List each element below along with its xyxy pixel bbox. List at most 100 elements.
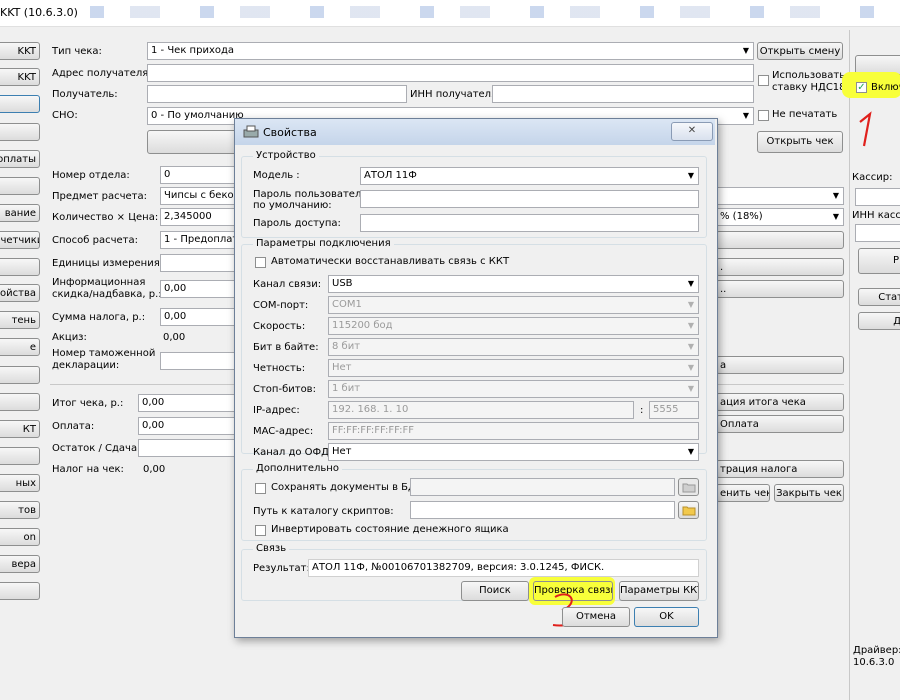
db-folder-button[interactable]	[678, 478, 699, 496]
left-nav-button[interactable]: е	[0, 338, 40, 356]
speed-select[interactable]: 115200 бод ▼	[328, 317, 699, 335]
hidden-button[interactable]	[147, 130, 237, 154]
right-button-4[interactable]: а	[716, 356, 844, 374]
ok-button[interactable]: OK	[634, 607, 699, 627]
info-discount-value: 0,00	[164, 283, 187, 294]
subject-input[interactable]: Чипсы с бекон	[160, 187, 240, 205]
invert-drawer-checkbox[interactable]	[255, 525, 266, 536]
customs-input[interactable]	[160, 352, 240, 370]
recipient-input[interactable]	[147, 85, 407, 103]
left-nav-button[interactable]: счетчики	[0, 231, 40, 249]
tax-sum-value: 0,00	[164, 311, 187, 322]
no-print-checkbox[interactable]	[758, 110, 769, 121]
payment-button[interactable]: Оплата	[716, 415, 844, 433]
db-path-input[interactable]	[410, 478, 675, 496]
result-field: АТОЛ 11Ф, №00106701382709, версия: 3.0.1…	[308, 559, 699, 577]
left-nav-button[interactable]: ных	[0, 474, 40, 492]
left-nav-button[interactable]: вание	[0, 204, 40, 222]
total-input: 0,00	[138, 394, 238, 412]
parity-select[interactable]: Нет ▼	[328, 359, 699, 377]
kkt-params-button[interactable]: Параметры ККТ	[619, 581, 699, 601]
payment-input[interactable]: 0,00	[138, 417, 238, 435]
channel-select[interactable]: USB ▼	[328, 275, 699, 293]
extra-group-label: Дополнительно	[253, 463, 342, 474]
right-button-2[interactable]: .	[716, 258, 844, 276]
chevron-down-icon: ▼	[687, 363, 694, 372]
left-nav-button[interactable]: вера	[0, 555, 40, 573]
dept-input[interactable]: 0	[160, 166, 240, 184]
speed-value: 115200 бод	[332, 320, 393, 331]
right-select-1[interactable]: ▼	[716, 187, 844, 205]
folder-icon	[682, 483, 695, 493]
scripts-path-input[interactable]	[410, 501, 675, 519]
left-nav-button[interactable]: оплаты	[0, 150, 40, 168]
chevron-down-icon: ▼	[687, 342, 694, 351]
receipt-type-select[interactable]: 1 - Чек прихода ▼	[147, 42, 754, 60]
result-value: АТОЛ 11Ф, №00106701382709, версия: 3.0.1…	[312, 562, 605, 573]
port-input[interactable]: 5555	[649, 401, 699, 419]
com-select[interactable]: COM1 ▼	[328, 296, 699, 314]
cashier-input[interactable]	[855, 188, 900, 206]
recipient-inn-input[interactable]	[492, 85, 754, 103]
window-title: KKT (10.6.3.0)	[0, 6, 78, 19]
save-db-checkbox[interactable]	[255, 483, 266, 494]
cancel-receipt-button[interactable]: енить чек	[716, 484, 770, 502]
right-button-3[interactable]: ..	[716, 280, 844, 298]
stopbits-select[interactable]: 1 бит ▼	[328, 380, 699, 398]
cashier-inn-input[interactable]	[855, 224, 900, 242]
bits-label: Бит в байте:	[253, 342, 319, 353]
left-nav-button[interactable]: тень	[0, 311, 40, 329]
left-nav-button[interactable]	[0, 447, 40, 465]
far-right-r-button[interactable]: Р	[858, 248, 900, 274]
register-total-button[interactable]: ация итога чека	[716, 393, 844, 411]
search-button[interactable]: Поиск	[461, 581, 529, 601]
recipient-address-input[interactable]	[147, 64, 754, 82]
units-input[interactable]	[160, 254, 240, 272]
ofd-value: Нет	[332, 446, 352, 457]
use-vat18-checkbox[interactable]	[758, 75, 769, 86]
mac-input[interactable]: FF:FF:FF:FF:FF:FF	[328, 422, 699, 440]
bits-select[interactable]: 8 бит ▼	[328, 338, 699, 356]
vat-select[interactable]: % (18%) ▼	[716, 208, 844, 226]
close-receipt-button[interactable]: Закрыть чек	[774, 484, 844, 502]
tax-sum-input[interactable]: 0,00	[160, 308, 240, 326]
customs-label-2: декларации:	[52, 360, 120, 371]
enable-checkbox[interactable]: ✓	[856, 82, 867, 93]
tax-on-receipt-label: Налог на чек:	[52, 464, 124, 475]
qty-input[interactable]: 2,345000	[160, 208, 240, 226]
info-discount-label-2: скидка/надбавка, р.:	[52, 289, 162, 300]
access-password-input[interactable]	[360, 214, 699, 232]
close-button[interactable]: ✕	[671, 122, 713, 141]
auto-reconnect-checkbox[interactable]	[255, 257, 266, 268]
model-select[interactable]: АТОЛ 11Ф ▼	[360, 167, 699, 185]
scripts-folder-button[interactable]	[678, 501, 699, 519]
right-button-1[interactable]	[716, 231, 844, 249]
info-discount-input[interactable]: 0,00	[160, 280, 240, 298]
left-nav-button[interactable]: тов	[0, 501, 40, 519]
user-password-input[interactable]	[360, 190, 699, 208]
left-nav-button[interactable]: KKT	[0, 42, 40, 60]
channel-label: Канал связи:	[253, 279, 322, 290]
left-nav-button[interactable]	[0, 95, 40, 113]
far-right-d-button[interactable]: Д	[858, 312, 900, 330]
left-nav-button[interactable]: КТ	[0, 420, 40, 438]
left-nav-button[interactable]	[0, 582, 40, 600]
left-nav-button[interactable]	[0, 177, 40, 195]
sno-value: 0 - По умолчанию	[151, 110, 244, 121]
open-shift-button[interactable]: Открыть смену	[757, 42, 843, 60]
far-right-stat-button[interactable]: Стат	[858, 288, 900, 306]
left-nav-button[interactable]	[0, 393, 40, 411]
cancel-button[interactable]: Отмена	[562, 607, 630, 627]
left-nav-button[interactable]	[0, 258, 40, 276]
ip-input[interactable]: 192. 168. 1. 10	[328, 401, 634, 419]
left-nav-button[interactable]: ойства	[0, 284, 40, 302]
left-nav-button[interactable]: KKT	[0, 68, 40, 86]
left-nav-button[interactable]	[0, 123, 40, 141]
open-receipt-button[interactable]: Открыть чек	[757, 131, 843, 153]
payment-method-select[interactable]: 1 - Предоплата	[160, 231, 240, 249]
ofd-select[interactable]: Нет ▼	[328, 443, 699, 461]
left-nav-button[interactable]	[0, 366, 40, 384]
annotation-mark-1	[859, 111, 872, 147]
register-tax-button[interactable]: трация налога	[716, 460, 844, 478]
left-nav-button[interactable]: on	[0, 528, 40, 546]
